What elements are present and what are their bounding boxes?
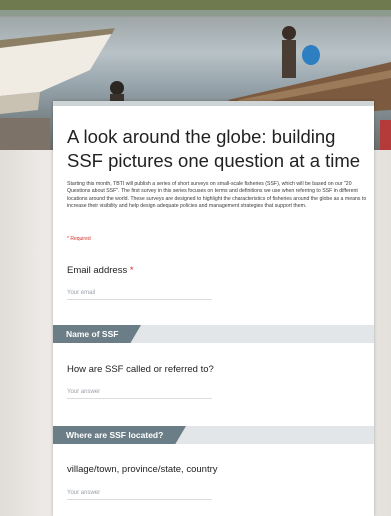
question-ssf-called-label: How are SSF called or referred to? [67,364,214,375]
form-title: A look around the globe: building SSF pi… [67,126,361,171]
section-header-location: Where are SSF located? [53,426,374,444]
question-location-label: village/town, province/state, country [67,464,218,475]
ssf-called-placeholder: Your answer [67,389,101,395]
form-card: A look around the globe: building SSF pi… [53,101,374,516]
section-title-location: Where are SSF located? [66,430,164,440]
form-description: Starting this month, TBTI will publish a… [67,181,367,210]
email-label-text: Email address [67,265,128,276]
required-asterisk: * [129,265,134,276]
form-card-top-bar [53,101,374,106]
required-note: * Required [67,236,91,242]
email-field[interactable]: Your email [67,287,212,300]
email-question-label: Email address * [67,265,134,276]
location-answer-field[interactable]: Your answer [67,487,212,500]
email-placeholder: Your email [67,290,96,296]
location-placeholder: Your answer [67,490,101,496]
section-header-name: Name of SSF [53,325,374,343]
section-title-name: Name of SSF [66,329,119,339]
ssf-called-answer-field[interactable]: Your answer [67,386,212,399]
